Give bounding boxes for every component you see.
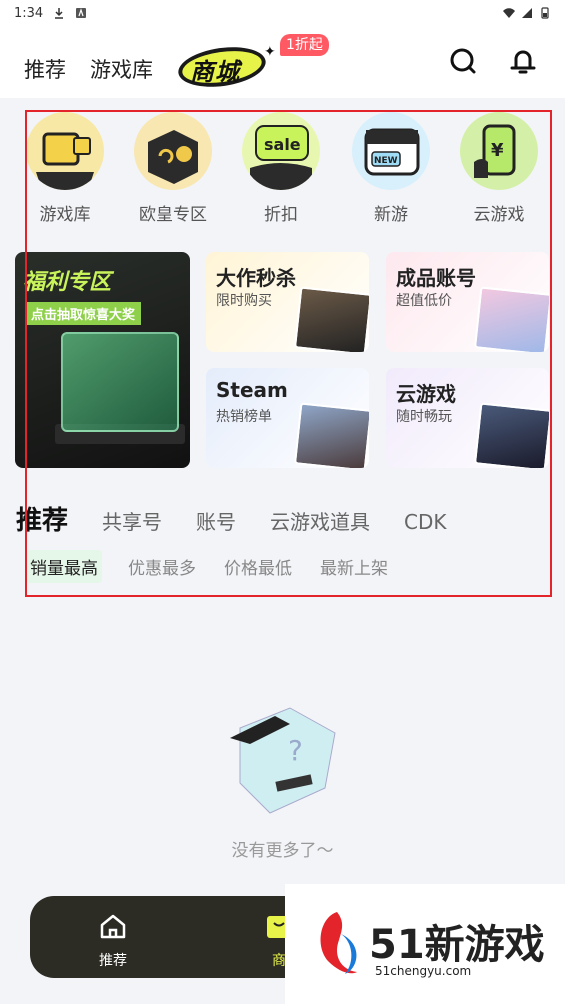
lucky-zone-icon — [134, 112, 212, 190]
svg-text:?: ? — [288, 734, 303, 767]
download-icon — [55, 8, 64, 19]
subtab-cloud-items[interactable]: 云游戏道具 — [270, 506, 370, 535]
watermark-url: 51chengyu.com — [375, 964, 472, 978]
mystery-box-graphic — [61, 332, 179, 432]
battery-icon — [541, 7, 549, 19]
store-content: 游戏库 欧皇专区 sale 折扣 NEW 新游 ¥ 云游戏 福利专区 点击抽取惊… — [0, 98, 565, 1004]
store-logo[interactable]: 商城 ✦ — [175, 40, 278, 92]
game-library-icon — [26, 112, 104, 190]
tile-subtitle: 超值低价 — [396, 293, 452, 309]
cloud-game-tile[interactable]: 云游戏 随时畅玩 — [386, 368, 549, 468]
new-game-icon: NEW — [352, 112, 430, 190]
watermark-logo-icon — [320, 912, 357, 974]
signal-icon — [522, 8, 532, 18]
tab-label: 推荐 — [99, 953, 127, 969]
svg-text:¥: ¥ — [491, 140, 504, 161]
promo-title: 福利专区 — [23, 270, 112, 295]
category-sale[interactable]: sale 折扣 — [236, 112, 326, 225]
empty-text: 没有更多了～ — [231, 841, 334, 861]
category-row: 游戏库 欧皇专区 sale 折扣 NEW 新游 ¥ 云游戏 — [20, 112, 550, 232]
category-label: 折扣 — [264, 205, 298, 225]
category-label: 新游 — [374, 205, 408, 225]
category-game-library[interactable]: 游戏库 — [20, 112, 110, 225]
status-time: 1:34 — [14, 5, 44, 21]
game-cover-image — [473, 402, 549, 468]
steam-tile[interactable]: Steam 热销榜单 — [206, 368, 369, 468]
empty-box-illustration: ? — [230, 707, 336, 814]
filter-most-discount[interactable]: 优惠最多 — [126, 550, 198, 583]
svg-text:NEW: NEW — [374, 156, 398, 166]
category-label: 欧皇专区 — [139, 205, 207, 225]
watermark-text: 51新游戏 — [369, 922, 545, 968]
home-icon — [100, 914, 126, 939]
promo-subtitle: 点击抽取惊喜大奖 — [25, 302, 142, 325]
category-lucky-zone[interactable]: 欧皇专区 — [128, 112, 218, 225]
site-watermark: 51新游戏 51chengyu.com — [285, 884, 565, 1004]
notification-a-icon — [76, 8, 87, 18]
logo-text: 商城 — [190, 58, 240, 86]
sale-icon: sale — [242, 112, 320, 190]
tile-title: 成品账号 — [396, 266, 476, 290]
welfare-zone-card[interactable]: 福利专区 点击抽取惊喜大奖 — [15, 252, 190, 468]
sparkle-icon: ✦ — [264, 44, 276, 60]
category-cloud-game[interactable]: ¥ 云游戏 — [454, 112, 544, 225]
game-cover-image — [473, 286, 549, 352]
filter-newest[interactable]: 最新上架 — [318, 550, 390, 583]
product-category-tabs: 推荐 共享号 账号 云游戏道具 CDK — [16, 500, 447, 537]
tab-game-library[interactable]: 游戏库 — [90, 54, 153, 84]
subtab-recommend[interactable]: 推荐 — [16, 500, 68, 537]
premade-account-tile[interactable]: 成品账号 超值低价 — [386, 252, 549, 352]
filter-best-selling[interactable]: 销量最高 — [26, 550, 102, 583]
subtab-account[interactable]: 账号 — [196, 506, 236, 535]
game-cover-image — [293, 286, 369, 352]
wifi-icon — [503, 8, 515, 18]
tile-title: 大作秒杀 — [216, 266, 296, 290]
discount-badge: 1折起 — [280, 34, 329, 56]
tile-title: 云游戏 — [396, 382, 456, 406]
game-cover-image — [293, 402, 369, 468]
tile-subtitle: 热销榜单 — [216, 409, 272, 425]
subtab-shared-account[interactable]: 共享号 — [102, 506, 162, 535]
filter-lowest-price[interactable]: 价格最低 — [222, 550, 294, 583]
tile-subtitle: 随时畅玩 — [396, 409, 452, 425]
cloud-game-icon: ¥ — [460, 112, 538, 190]
tile-title: Steam — [216, 378, 288, 402]
category-label: 游戏库 — [39, 205, 91, 225]
tab-home[interactable]: 推荐 — [78, 910, 148, 970]
tile-subtitle: 限时购买 — [216, 293, 272, 309]
tab-recommend[interactable]: 推荐 — [24, 54, 66, 84]
category-label: 云游戏 — [473, 205, 525, 225]
flash-sale-tile[interactable]: 大作秒杀 限时购买 — [206, 252, 369, 352]
search-icon[interactable] — [448, 46, 478, 76]
top-header: 推荐 游戏库 商城 ✦ 1折起 — [0, 26, 565, 98]
category-new-game[interactable]: NEW 新游 — [346, 112, 436, 225]
svg-text:sale: sale — [264, 135, 301, 154]
sort-filters: 销量最高 优惠最多 价格最低 最新上架 — [26, 550, 390, 583]
subtab-cdk[interactable]: CDK — [404, 510, 446, 534]
status-bar: 1:34 — [0, 0, 565, 26]
bell-icon[interactable] — [508, 46, 538, 76]
